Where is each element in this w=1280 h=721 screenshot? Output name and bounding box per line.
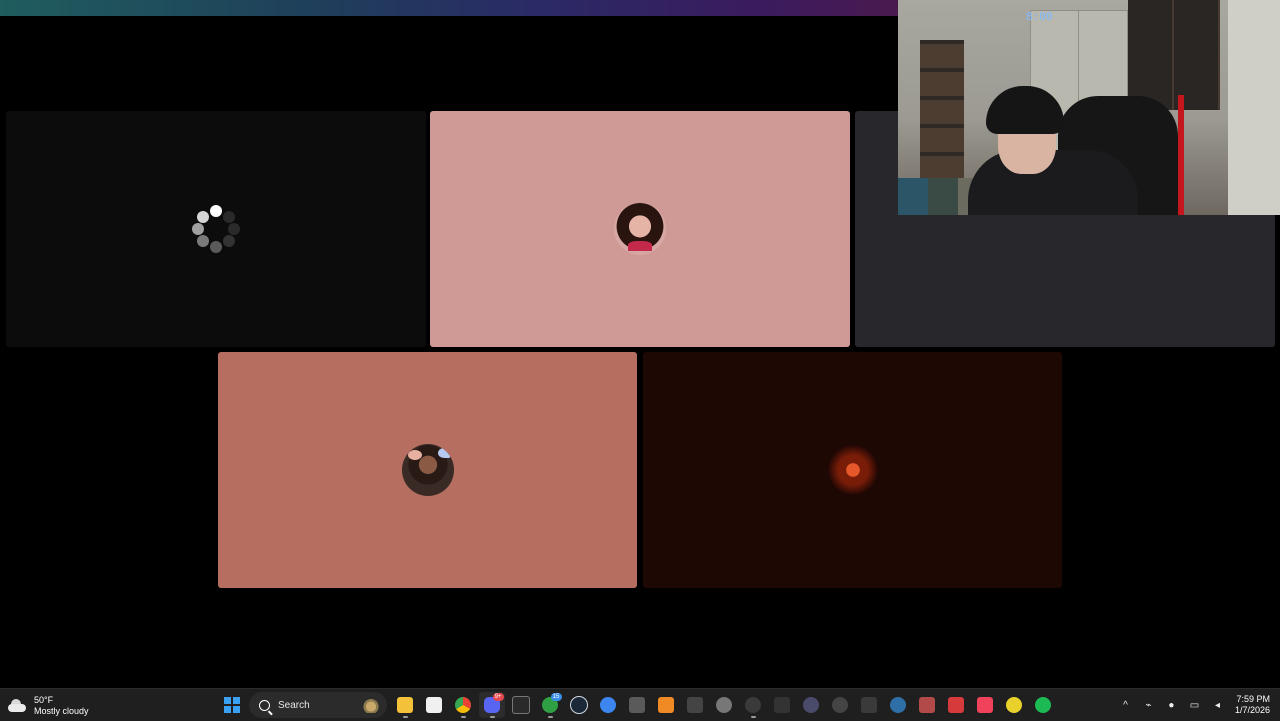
music-icon [976, 697, 993, 713]
weather-widget[interactable]: 50°F Mostly cloudy [8, 693, 89, 717]
windows-icon [223, 697, 240, 713]
participant-tile-4[interactable] [218, 352, 637, 588]
taskbar-app-shield[interactable] [914, 692, 940, 718]
shield-icon [918, 697, 935, 713]
taskbar-app-tool[interactable] [856, 692, 882, 718]
call-stage: 8:00 [0, 0, 1280, 688]
taskbar-app-settings[interactable] [711, 692, 737, 718]
play-icon [947, 697, 964, 713]
taskbar-app-chrome[interactable] [450, 692, 476, 718]
search-placeholder: Search [278, 699, 310, 711]
taskbar-app-4k[interactable] [827, 692, 853, 718]
start-button[interactable] [219, 692, 245, 718]
taskbar-clock[interactable]: 7:59 PM 1/7/2026 [1235, 694, 1270, 716]
xbox-badge: 15 [550, 693, 562, 701]
taskbar-search[interactable]: Search [249, 692, 387, 718]
participant-avatar-man [401, 444, 454, 496]
taskbar-app-orange[interactable] [653, 692, 679, 718]
taskbar-app-xbox[interactable]: 15 [537, 692, 563, 718]
taskbar-app-pen[interactable] [682, 692, 708, 718]
taskbar-app-browser[interactable] [595, 692, 621, 718]
webcam-posters [1128, 0, 1220, 110]
tool-icon [860, 697, 877, 713]
speaker-icon[interactable]: ◂ [1207, 695, 1227, 715]
cloud-icon [8, 698, 26, 712]
refresh-icon [889, 697, 906, 713]
display-icon[interactable]: ▭ [1184, 695, 1204, 715]
taskbar: 50°F Mostly cloudy Search 9+ 15 ^ ⌁ ● ▭ … [0, 688, 1280, 721]
microphone-icon[interactable]: ● [1161, 695, 1181, 715]
webcam-door [1228, 0, 1280, 215]
triangle-icon [657, 697, 674, 713]
media-icon [802, 697, 819, 713]
loading-spinner [192, 205, 240, 253]
webcam-shelf [920, 40, 964, 190]
taskbar-app-steam[interactable] [566, 692, 592, 718]
chrome-icon [454, 697, 471, 713]
folder-icon [396, 697, 413, 713]
system-tray: ^ ⌁ ● ▭ ◂ 7:59 PM 1/7/2026 [1114, 689, 1280, 721]
taskbar-app-music[interactable] [972, 692, 998, 718]
capcut-icon [773, 697, 790, 713]
discord-badge: 9+ [492, 693, 504, 701]
epic-icon [511, 696, 530, 714]
taskbar-app-refresh[interactable] [885, 692, 911, 718]
participant-avatar-fire [826, 444, 879, 496]
taskbar-app-face[interactable] [1001, 692, 1027, 718]
search-highlight-icon [363, 697, 379, 713]
browser-icon [599, 697, 616, 713]
taskbar-app-obs[interactable] [740, 692, 766, 718]
webcam-wall-clock: 8:00 [1026, 10, 1053, 23]
network-off-icon[interactable]: ⌁ [1138, 695, 1158, 715]
record-icon [744, 697, 761, 713]
taskbar-app-minecraft[interactable] [624, 692, 650, 718]
store-icon [425, 697, 442, 713]
gear-icon [715, 697, 732, 713]
participant-tile-5[interactable] [643, 352, 1062, 588]
steam-icon [569, 696, 588, 714]
4k-icon [831, 697, 848, 713]
weather-condition: Mostly cloudy [34, 705, 89, 716]
taskbar-app-spotify[interactable] [1030, 692, 1056, 718]
chevron-up-icon[interactable]: ^ [1115, 695, 1135, 715]
taskbar-app-discord[interactable]: 9+ [478, 692, 505, 718]
webcam-red-light [1178, 95, 1184, 215]
webcam-overlay: 8:00 [898, 0, 1280, 215]
taskbar-app-file-explorer[interactable] [392, 692, 418, 718]
participant-tile-2[interactable] [430, 111, 850, 347]
top-gradient-strip [0, 0, 898, 16]
participant-tile-loading[interactable] [6, 111, 426, 347]
face-icon [1005, 697, 1022, 713]
taskbar-app-play[interactable] [943, 692, 969, 718]
taskbar-app-capcut[interactable] [769, 692, 795, 718]
taskbar-app-media[interactable] [798, 692, 824, 718]
participant-avatar-woman [614, 203, 666, 255]
pen-icon [686, 697, 703, 713]
taskbar-app-epic[interactable] [508, 692, 534, 718]
clock-date: 1/7/2026 [1234, 705, 1270, 715]
taskbar-app-store[interactable] [421, 692, 447, 718]
spotify-icon [1034, 697, 1051, 713]
taskbar-apps: Search 9+ 15 [217, 692, 1057, 718]
search-icon [259, 699, 270, 711]
minecraft-icon [628, 697, 645, 713]
weather-temp: 50°F [34, 694, 54, 705]
clock-time: 7:59 PM [1236, 694, 1270, 704]
